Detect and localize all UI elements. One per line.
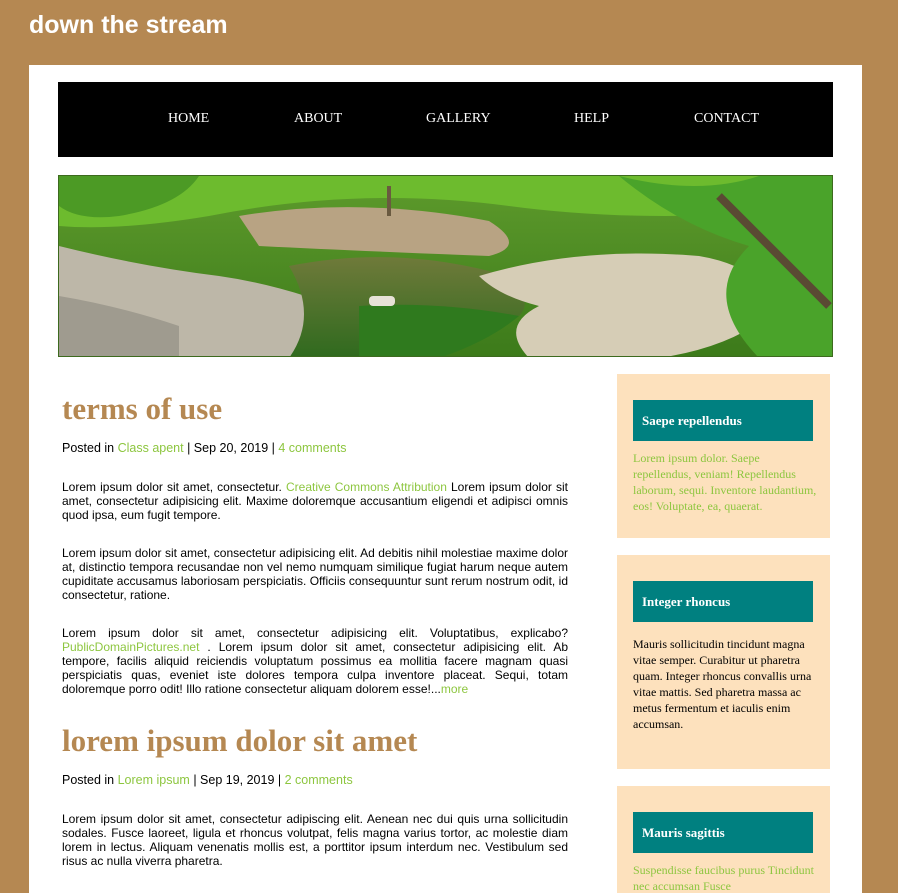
nav-about[interactable]: ABOUT (294, 111, 342, 127)
stream-landscape-image (59, 176, 832, 356)
widget-title: Mauris sagittis (633, 812, 813, 853)
post-title[interactable]: lorem ipsum dolor sit amet (62, 722, 568, 760)
post-date: | Sep 20, 2019 | (183, 441, 279, 455)
widget-text[interactable]: Lorem ipsum dolor. Saepe repellendus, ve… (633, 450, 817, 514)
paragraph-text: Lorem ipsum dolor sit amet, consectetur. (62, 480, 286, 494)
nav-home[interactable]: HOME (168, 111, 209, 127)
post-date: | Sep 19, 2019 | (189, 773, 285, 787)
attribution-link[interactable]: Creative Commons Attribution (286, 480, 447, 494)
post: terms of use Posted in Class apent | Sep… (62, 390, 568, 696)
source-link[interactable]: PublicDomainPictures.net (62, 640, 199, 654)
post-meta: Posted in Class apent | Sep 20, 2019 | 4… (62, 440, 568, 456)
nav-contact[interactable]: CONTACT (694, 111, 759, 127)
comments-link[interactable]: 2 comments (285, 773, 353, 787)
post-paragraph: Lorem ipsum dolor sit amet, consectetur … (62, 812, 568, 868)
post-meta: Posted in Lorem ipsum | Sep 19, 2019 | 2… (62, 772, 568, 788)
comments-link[interactable]: 4 comments (278, 441, 346, 455)
widget-text: Mauris sollicitudin tincidunt magna vita… (633, 637, 812, 731)
category-link[interactable]: Class apent (118, 441, 184, 455)
main-nav: HOME ABOUT GALLERY HELP CONTACT (58, 82, 833, 157)
site-title: down the stream (29, 11, 228, 39)
sidebar-widget: Integer rhoncus Mauris sollicitudin tinc… (617, 555, 830, 769)
post-paragraph: Lorem ipsum dolor sit amet, consectetur … (62, 546, 568, 602)
post: lorem ipsum dolor sit amet Posted in Lor… (62, 722, 568, 868)
widget-title: Saepe repellendus (633, 400, 813, 441)
post-paragraph: Lorem ipsum dolor sit amet, consectetur … (62, 626, 568, 696)
nav-gallery[interactable]: GALLERY (426, 111, 491, 127)
category-link[interactable]: Lorem ipsum (118, 773, 190, 787)
sidebar-widget: Saepe repellendus Lorem ipsum dolor. Sae… (617, 374, 830, 538)
widget-text[interactable]: Suspendisse faucibus purus Tincidunt nec… (633, 862, 817, 893)
banner-image (58, 175, 833, 357)
page-container: HOME ABOUT GALLERY HELP CONTACT terms of… (29, 65, 862, 893)
read-more-link[interactable]: more (441, 682, 468, 696)
post-title[interactable]: terms of use (62, 390, 568, 428)
meta-prefix: Posted in (62, 441, 118, 455)
nav-help[interactable]: HELP (574, 111, 609, 127)
sidebar-widget: Mauris sagittis Suspendisse faucibus pur… (617, 786, 830, 893)
post-paragraph: Lorem ipsum dolor sit amet, consectetur.… (62, 480, 568, 522)
meta-prefix: Posted in (62, 773, 118, 787)
widget-title: Integer rhoncus (633, 581, 813, 622)
post-list: terms of use Posted in Class apent | Sep… (62, 390, 568, 868)
paragraph-text: Lorem ipsum dolor sit amet, consectetur … (62, 626, 568, 640)
